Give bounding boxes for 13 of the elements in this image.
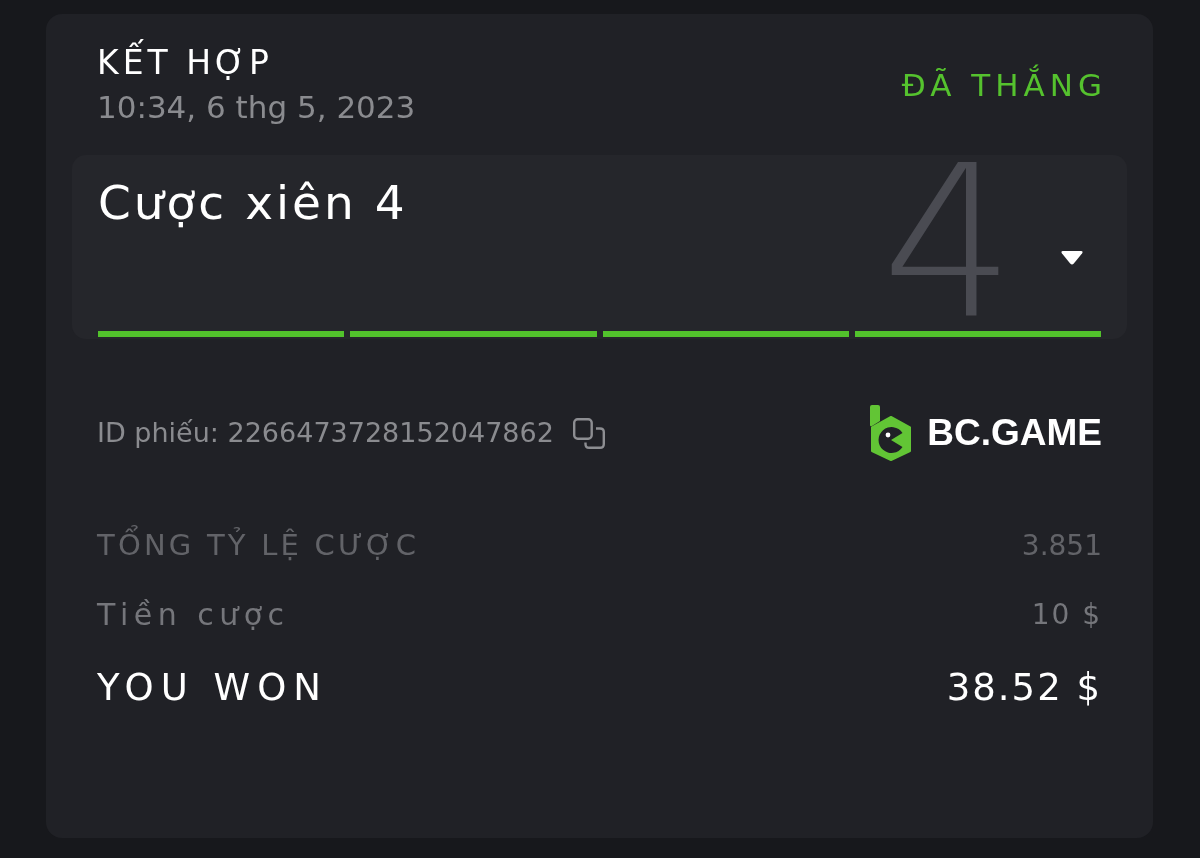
brand-name: BC.GAME xyxy=(927,411,1102,455)
copy-icon[interactable] xyxy=(572,417,605,449)
summary-value: 3.851 xyxy=(1021,528,1102,562)
summary-value: 38.52 $ xyxy=(946,665,1102,709)
logo-icon xyxy=(869,405,914,461)
summary-label: YOU WON xyxy=(97,665,328,709)
bet-timestamp: 10:34, 6 thg 5, 2023 xyxy=(97,88,416,126)
ticket-id: ID phiếu: 2266473728152047862 xyxy=(97,416,554,450)
summary-value: 10 $ xyxy=(1031,597,1102,631)
status-label: ĐÃ THẮNG xyxy=(901,64,1107,105)
summary-label: Tiền cược xyxy=(97,596,290,632)
parlay-title: Cược xiên 4 xyxy=(98,175,408,231)
caret-down-icon[interactable] xyxy=(1060,249,1084,266)
